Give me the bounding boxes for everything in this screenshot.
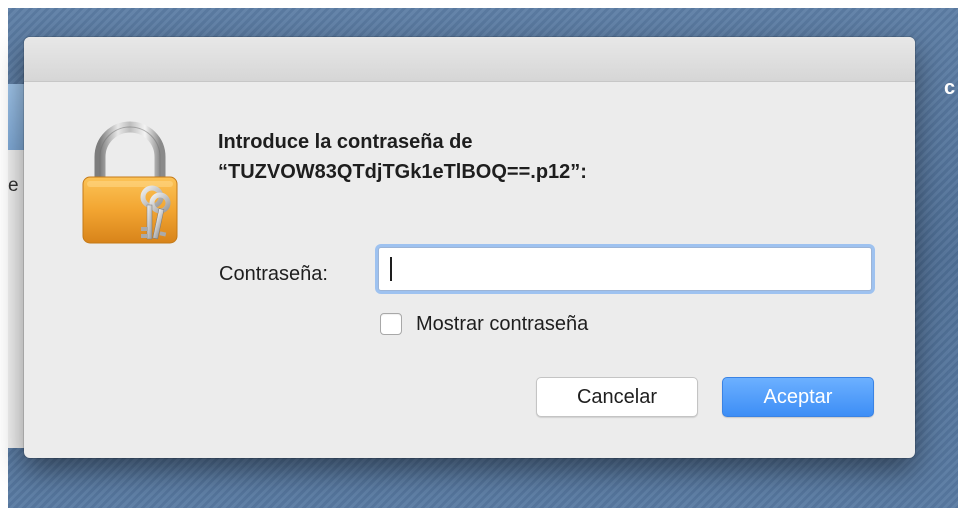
dialog-message: Introduce la contraseña de “TUZVOW83QTdj… (218, 127, 868, 187)
message-line-1: Introduce la contraseña de (218, 131, 473, 153)
show-password-label[interactable]: Mostrar contraseña (416, 313, 588, 336)
text-caret (390, 257, 392, 281)
password-input[interactable] (378, 247, 872, 291)
keychain-lock-icon (78, 121, 182, 245)
accept-button[interactable]: Aceptar (722, 377, 874, 417)
screen: c e Introduce la contraseña de “TUZVOW83… (0, 0, 958, 516)
show-password-checkbox-row[interactable]: Mostrar contraseña (380, 309, 588, 339)
background-partial-text: c (944, 77, 956, 99)
show-password-checkbox[interactable] (380, 313, 402, 335)
background-partial-text: e (8, 175, 19, 196)
password-label: Contraseña: (219, 263, 328, 285)
message-line-2: “TUZVOW83QTdjTGk1eTlBOQ==.p12”: (218, 161, 587, 183)
dialog-title-bar (24, 37, 915, 82)
cancel-button[interactable]: Cancelar (536, 377, 698, 417)
password-dialog: Introduce la contraseña de “TUZVOW83QTdj… (24, 37, 915, 458)
